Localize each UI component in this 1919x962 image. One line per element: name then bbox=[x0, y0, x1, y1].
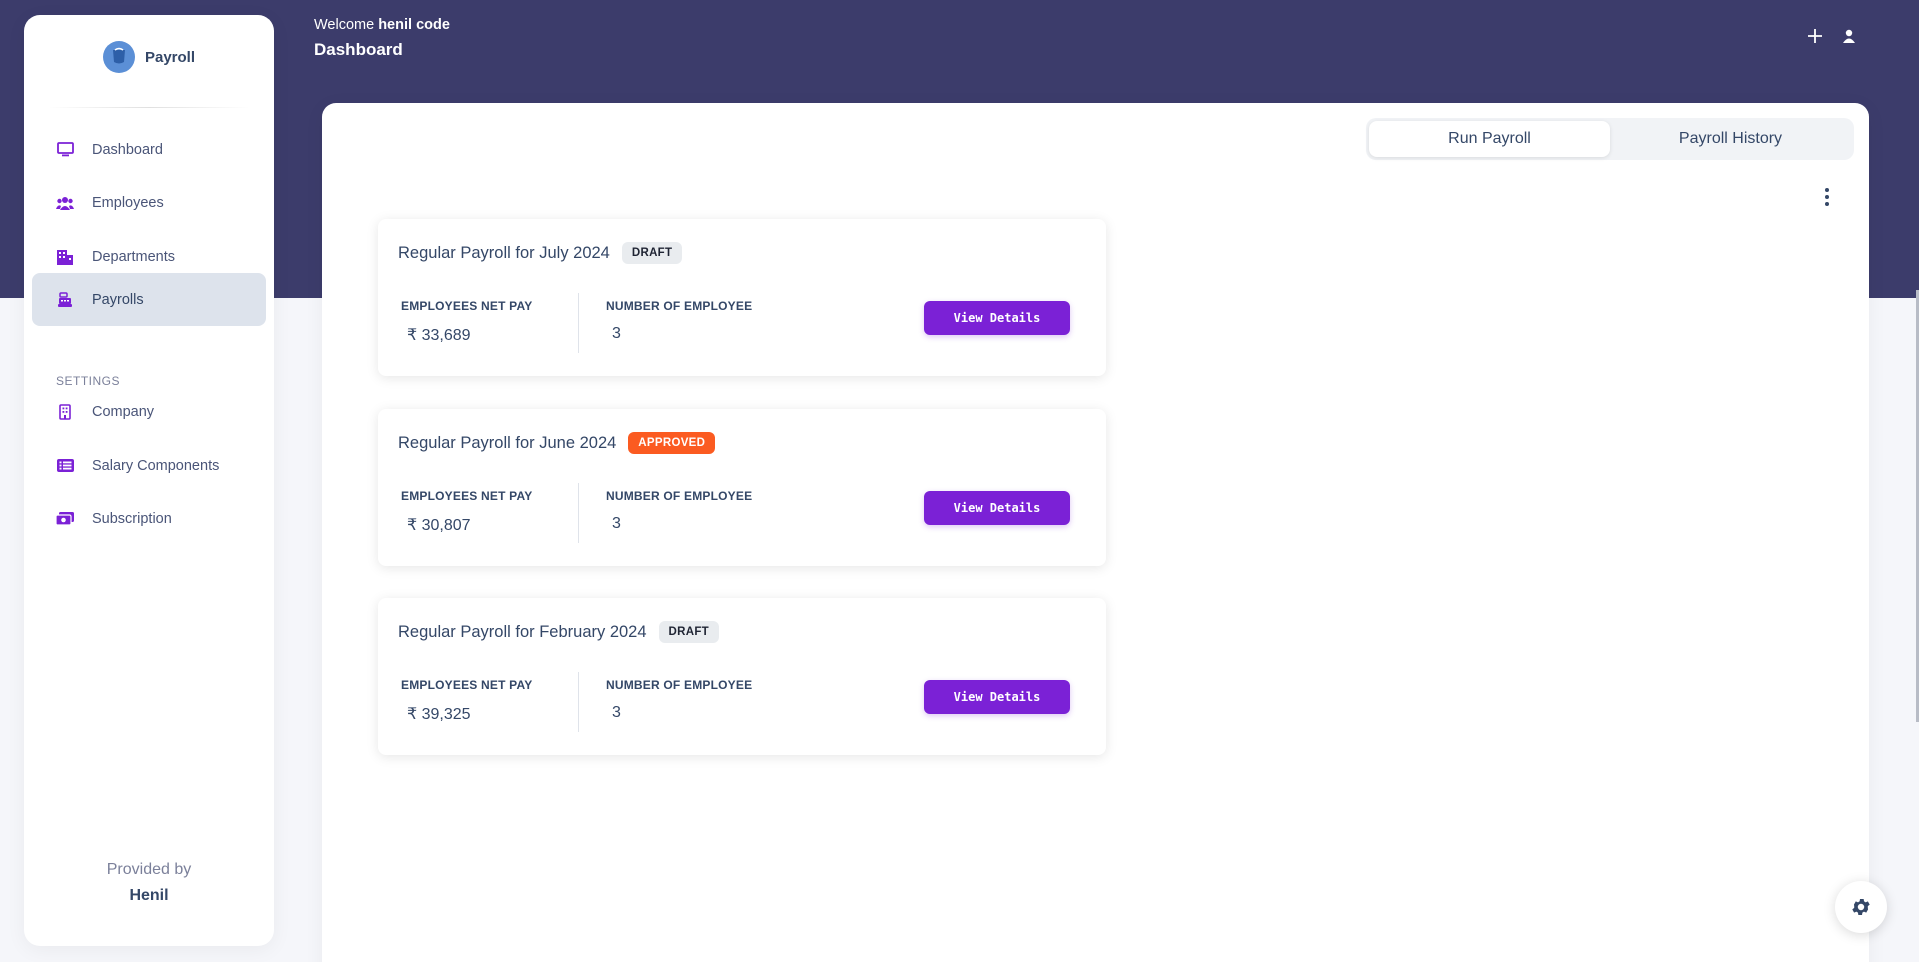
employee-count-value: 3 bbox=[612, 325, 621, 342]
employee-count-label: NUMBER OF EMPLOYEE bbox=[606, 489, 753, 503]
payroll-card: Regular Payroll for June 2024 APPROVED E… bbox=[378, 409, 1106, 566]
payroll-tabs: Run Payroll Payroll History bbox=[1366, 118, 1854, 160]
header-actions bbox=[1805, 26, 1859, 46]
sidebar-item-label: Company bbox=[92, 403, 155, 420]
cash-register-icon bbox=[56, 291, 74, 309]
sidebar-item-subscription[interactable]: Subscription bbox=[32, 492, 266, 545]
user-icon bbox=[1843, 29, 1855, 43]
building-icon bbox=[56, 248, 74, 266]
employee-count-label: NUMBER OF EMPLOYEE bbox=[606, 299, 753, 313]
divider bbox=[578, 293, 579, 353]
settings-fab[interactable] bbox=[1835, 881, 1887, 933]
tab-payroll-history[interactable]: Payroll History bbox=[1610, 121, 1851, 157]
page-title: Dashboard bbox=[314, 40, 403, 59]
employee-count-value: 3 bbox=[612, 515, 621, 532]
net-pay-label: EMPLOYEES NET PAY bbox=[401, 489, 533, 503]
divider bbox=[48, 107, 250, 108]
net-pay-stat: EMPLOYEES NET PAY ₹ 30,807 bbox=[401, 489, 532, 535]
welcome-text: Welcome henil code bbox=[314, 17, 450, 33]
sidebar-item-label: Departments bbox=[92, 248, 176, 265]
sidebar-item-company[interactable]: Company bbox=[32, 385, 266, 438]
sidebar: Payroll Dashboard Employees Departments … bbox=[24, 15, 274, 946]
employee-count-label: NUMBER OF EMPLOYEE bbox=[606, 678, 753, 692]
payroll-logo-icon bbox=[102, 41, 135, 73]
provided-by-label: Provided by bbox=[106, 861, 192, 878]
status-badge: APPROVED bbox=[628, 432, 716, 454]
divider bbox=[578, 672, 579, 732]
net-pay-label: EMPLOYEES NET PAY bbox=[401, 678, 533, 692]
payroll-card: Regular Payroll for July 2024 DRAFT EMPL… bbox=[378, 219, 1106, 376]
money-icon bbox=[56, 510, 74, 528]
view-details-button[interactable]: View Details bbox=[924, 301, 1070, 335]
profile-button[interactable] bbox=[1839, 26, 1859, 46]
divider bbox=[578, 483, 579, 543]
payroll-title: Regular Payroll for June 2024 bbox=[398, 433, 617, 452]
gear-icon bbox=[1852, 899, 1870, 915]
office-icon bbox=[56, 403, 74, 421]
sidebar-item-employees[interactable]: Employees bbox=[32, 176, 266, 229]
monitor-icon bbox=[56, 141, 74, 159]
add-button[interactable] bbox=[1805, 26, 1825, 46]
more-options-icon[interactable] bbox=[1820, 186, 1834, 208]
net-pay-label: EMPLOYEES NET PAY bbox=[401, 299, 533, 313]
employee-count-stat: NUMBER OF EMPLOYEE 3 bbox=[606, 489, 752, 533]
status-badge: DRAFT bbox=[658, 621, 720, 643]
sidebar-item-payrolls[interactable]: Payrolls bbox=[32, 273, 266, 326]
net-pay-stat: EMPLOYEES NET PAY ₹ 39,325 bbox=[401, 678, 532, 724]
sidebar-item-label: Payrolls bbox=[92, 291, 144, 308]
sidebar-item-salary-components[interactable]: Salary Components bbox=[32, 439, 266, 492]
net-pay-stat: EMPLOYEES NET PAY ₹ 33,689 bbox=[401, 299, 532, 345]
payroll-title: Regular Payroll for February 2024 bbox=[398, 622, 647, 641]
list-icon bbox=[56, 457, 74, 475]
net-pay-value: ₹ 33,689 bbox=[407, 327, 471, 344]
provider-name: Henil bbox=[129, 887, 169, 904]
employee-count-stat: NUMBER OF EMPLOYEE 3 bbox=[606, 299, 752, 343]
payroll-title: Regular Payroll for July 2024 bbox=[398, 243, 610, 262]
welcome-prefix: Welcome bbox=[314, 17, 375, 33]
provided-by: Provided by Henil bbox=[24, 861, 274, 905]
sidebar-item-dashboard[interactable]: Dashboard bbox=[32, 123, 266, 176]
brand[interactable]: Payroll bbox=[24, 37, 274, 77]
sidebar-item-label: Dashboard bbox=[92, 141, 163, 158]
user-name: henil code bbox=[378, 17, 450, 33]
sidebar-item-label: Subscription bbox=[92, 510, 172, 527]
sidebar-item-label: Employees bbox=[92, 194, 164, 211]
net-pay-value: ₹ 30,807 bbox=[407, 517, 471, 534]
employee-count-stat: NUMBER OF EMPLOYEE 3 bbox=[606, 678, 752, 722]
tab-run-payroll[interactable]: Run Payroll bbox=[1369, 121, 1610, 157]
plus-icon bbox=[1808, 29, 1822, 43]
status-badge: DRAFT bbox=[621, 242, 683, 264]
view-details-button[interactable]: View Details bbox=[924, 680, 1070, 714]
sidebar-item-label: Salary Components bbox=[92, 457, 220, 474]
brand-name: Payroll bbox=[144, 48, 196, 66]
view-details-button[interactable]: View Details bbox=[924, 491, 1070, 525]
employee-count-value: 3 bbox=[612, 704, 621, 721]
users-icon bbox=[56, 194, 74, 212]
payroll-card: Regular Payroll for February 2024 DRAFT … bbox=[378, 598, 1106, 755]
net-pay-value: ₹ 39,325 bbox=[407, 706, 471, 723]
